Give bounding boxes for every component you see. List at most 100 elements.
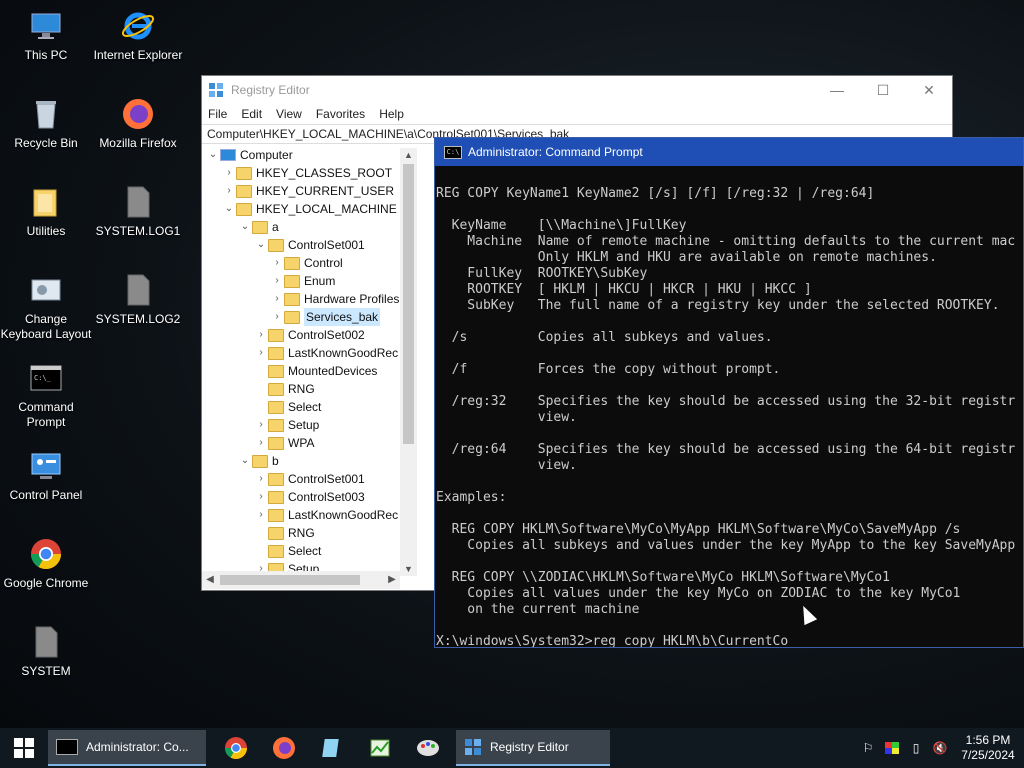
tree-node[interactable]: ⌄ b <box>238 452 279 470</box>
chevron-down-icon[interactable]: ⌄ <box>254 236 268 254</box>
chevron-right-icon[interactable]: › <box>254 344 268 362</box>
chrome-icon[interactable] <box>212 728 260 768</box>
menu-favorites[interactable]: Favorites <box>316 107 365 121</box>
tree-node[interactable]: ⌄ Computer <box>206 146 293 164</box>
speaker-muted-icon[interactable]: 🔇 <box>929 740 951 756</box>
desktop-icon-recycle-bin[interactable]: Recycle Bin <box>0 96 92 151</box>
desktop-icon-label: Recycle Bin <box>14 136 78 150</box>
desktop-icon-change-keyboard-layout[interactable]: Change Keyboard Layout <box>0 272 92 342</box>
tree-node[interactable]: RNG <box>254 524 315 542</box>
chevron-down-icon[interactable]: ⌄ <box>238 218 252 236</box>
maximize-button[interactable]: ☐ <box>860 76 906 104</box>
clock-date: 7/25/2024 <box>961 748 1015 762</box>
tree-node[interactable]: ⌄ a <box>238 218 279 236</box>
taskbar-cmd-task[interactable]: Administrator: Co... <box>48 730 206 766</box>
tree-node-label: ControlSet001 <box>288 238 365 252</box>
chevron-right-icon[interactable]: › <box>222 164 236 182</box>
desktop-icon-internet-explorer[interactable]: Internet Explorer <box>92 8 184 63</box>
chevron-right-icon[interactable]: › <box>254 416 268 434</box>
tree-node[interactable]: › Hardware Profiles <box>270 290 399 308</box>
desktop-icon-label: This PC <box>24 48 68 62</box>
chevron-down-icon[interactable]: ⌄ <box>238 452 252 470</box>
menu-help[interactable]: Help <box>379 107 404 121</box>
folder-icon <box>252 220 268 234</box>
desktop-icon-this-pc[interactable]: This PC <box>0 8 92 63</box>
tree-node-label: HKEY_CLASSES_ROOT <box>256 166 393 180</box>
tree-node-label: HKEY_LOCAL_MACHINE <box>256 202 397 216</box>
chevron-right-icon[interactable]: › <box>270 308 284 326</box>
tree-node-label: ControlSet001 <box>288 472 365 486</box>
registry-editor-titlebar[interactable]: Registry Editor — ☐ ✕ <box>202 76 952 104</box>
tree-node[interactable]: › Enum <box>270 272 335 290</box>
desktop-icon-mozilla-firefox[interactable]: Mozilla Firefox <box>92 96 184 151</box>
chevron-right-icon[interactable]: › <box>254 326 268 344</box>
taskbar-task-label: Registry Editor <box>490 740 569 754</box>
firefox-icon[interactable] <box>260 728 308 768</box>
menu-view[interactable]: View <box>276 107 302 121</box>
folder-icon <box>268 418 284 432</box>
minimize-button[interactable]: — <box>814 76 860 104</box>
notepad-icon[interactable] <box>308 728 356 768</box>
scroll-thumb[interactable] <box>403 164 414 444</box>
hscroll-thumb[interactable] <box>220 575 360 585</box>
desktop-icon-system[interactable]: SYSTEM <box>0 624 92 679</box>
tree-node[interactable]: › Services_bak <box>270 308 381 326</box>
cmd-output[interactable]: REG COPY KeyName1 KeyName2 [/s] [/f] [/r… <box>435 166 1023 647</box>
tree-node[interactable]: › ControlSet001 <box>254 470 365 488</box>
task-manager-icon[interactable] <box>356 728 404 768</box>
desktop-icon-system-log1[interactable]: SYSTEM.LOG1 <box>92 184 184 239</box>
tree-node[interactable]: › LastKnownGoodRec <box>254 344 398 362</box>
scroll-right-icon[interactable]: ▶ <box>384 571 400 589</box>
desktop-icon-command-prompt[interactable]: C:\_ Command Prompt <box>0 360 92 430</box>
chevron-right-icon[interactable]: › <box>254 470 268 488</box>
cmd-titlebar[interactable]: C:\ Administrator: Command Prompt <box>435 138 1023 166</box>
chevron-right-icon[interactable]: › <box>270 290 284 308</box>
window-title: Registry Editor <box>231 83 310 97</box>
tree-node[interactable]: MountedDevices <box>254 362 377 380</box>
registry-tree[interactable]: ⌄ Computer › HKEY_CLASSES_ROOT › HKEY_CURRENT… <box>202 146 418 576</box>
tree-vertical-scrollbar[interactable]: ▲ ▼ <box>400 148 417 576</box>
chevron-right-icon[interactable]: › <box>254 434 268 452</box>
start-button[interactable] <box>0 728 48 768</box>
command-prompt-window[interactable]: C:\ Administrator: Command Prompt REG CO… <box>434 137 1024 648</box>
tree-node[interactable]: › LastKnownGoodRec <box>254 506 398 524</box>
taskbar-registry-task[interactable]: Registry Editor <box>456 730 610 766</box>
chevron-right-icon[interactable]: › <box>270 272 284 290</box>
chevron-right-icon[interactable]: › <box>222 182 236 200</box>
clock[interactable]: 1:56 PM 7/25/2024 <box>952 733 1024 763</box>
tree-node[interactable]: › WPA <box>254 434 314 452</box>
desktop-icon-utilities[interactable]: Utilities <box>0 184 92 239</box>
menu-file[interactable]: File <box>208 107 227 121</box>
menu-edit[interactable]: Edit <box>241 107 262 121</box>
desktop-icon-system-log2[interactable]: SYSTEM.LOG2 <box>92 272 184 327</box>
tree-node[interactable]: ⌄ HKEY_LOCAL_MACHINE <box>222 200 397 218</box>
folder-icon <box>28 184 64 220</box>
tree-node-label: LastKnownGoodRec <box>288 346 399 360</box>
chevron-down-icon[interactable]: ⌄ <box>222 200 236 218</box>
desktop-icon-control-panel[interactable]: Control Panel <box>0 448 92 503</box>
tree-horizontal-scrollbar[interactable]: ◀ ▶ <box>202 571 400 589</box>
tree-node[interactable]: ⌄ ControlSet001 <box>254 236 365 254</box>
chevron-right-icon[interactable]: › <box>254 506 268 524</box>
tree-node[interactable]: › Setup <box>254 416 319 434</box>
usb-icon[interactable]: ▯ <box>905 740 927 756</box>
tree-node[interactable]: RNG <box>254 380 315 398</box>
chevron-right-icon[interactable]: › <box>270 254 284 272</box>
color-settings-icon[interactable] <box>881 740 903 756</box>
scroll-up-icon[interactable]: ▲ <box>400 148 417 162</box>
network-status-icon[interactable]: ⚐ <box>857 740 879 756</box>
chevron-down-icon[interactable]: ⌄ <box>206 146 220 164</box>
tree-node[interactable]: Select <box>254 398 321 416</box>
tree-node[interactable]: › ControlSet003 <box>254 488 364 506</box>
tree-node[interactable]: › ControlSet002 <box>254 326 364 344</box>
desktop-icon-google-chrome[interactable]: Google Chrome <box>0 536 92 591</box>
tree-node[interactable]: Select <box>254 542 321 560</box>
paint-icon[interactable] <box>404 728 452 768</box>
scroll-down-icon[interactable]: ▼ <box>400 562 417 576</box>
tree-node[interactable]: › HKEY_CURRENT_USER <box>222 182 394 200</box>
chevron-right-icon[interactable]: › <box>254 488 268 506</box>
scroll-left-icon[interactable]: ◀ <box>202 571 218 589</box>
tree-node[interactable]: › HKEY_CLASSES_ROOT <box>222 164 392 182</box>
close-button[interactable]: ✕ <box>906 76 952 104</box>
tree-node[interactable]: › Control <box>270 254 342 272</box>
